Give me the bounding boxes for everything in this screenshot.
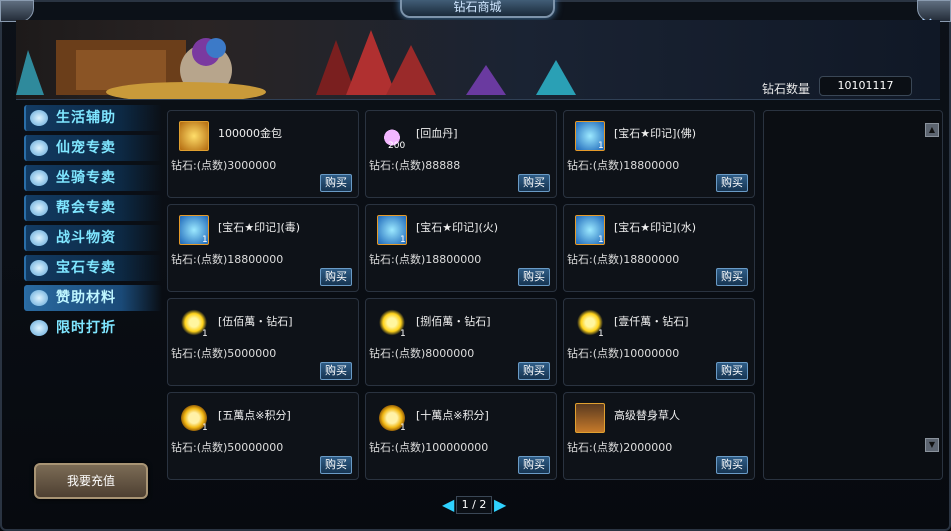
item-price: 钻石:(点数)10000000 bbox=[567, 347, 680, 360]
item-price: 钻石:(点数)8000000 bbox=[369, 347, 475, 360]
item-count: 1 bbox=[400, 423, 406, 433]
item-price: 钻石:(点数)18800000 bbox=[171, 253, 284, 266]
item-price: 钻石:(点数)88888 bbox=[369, 159, 461, 172]
buy-button[interactable]: 购买 bbox=[518, 174, 550, 192]
item-count: 1 bbox=[202, 329, 208, 339]
horn-icon bbox=[30, 320, 48, 336]
guild-icon bbox=[30, 200, 48, 216]
item-card: 高级替身草人 钻石:(点数)2000000 购买 bbox=[563, 392, 755, 480]
buy-button[interactable]: 购买 bbox=[518, 268, 550, 286]
recharge-button[interactable]: 我要充值 bbox=[34, 463, 148, 499]
gold-bag-icon bbox=[179, 121, 209, 151]
item-card: 1 [捌佰萬・钻石] 钻石:(点数)8000000 购买 bbox=[365, 298, 557, 386]
item-card: 1 [五萬点※积分] 钻石:(点数)50000000 购买 bbox=[167, 392, 359, 480]
item-card: 1 [宝石★印记](火) 钻石:(点数)18800000 购买 bbox=[365, 204, 557, 292]
item-count: 1 bbox=[598, 235, 604, 245]
sponsor-icon bbox=[30, 290, 48, 306]
item-price: 钻石:(点数)5000000 bbox=[171, 347, 277, 360]
item-name: [宝石★印记](佛) bbox=[614, 127, 697, 140]
battle-icon bbox=[30, 230, 48, 246]
scroll-down-icon[interactable]: ▼ bbox=[925, 438, 939, 452]
sidebar-item-label: 宝石专卖 bbox=[56, 260, 116, 276]
diamond-count-label: 钻石数量 bbox=[762, 82, 811, 96]
item-name: [伍佰萬・钻石] bbox=[218, 315, 293, 328]
sidebar-item-label: 生活辅助 bbox=[56, 110, 116, 126]
prev-page-icon[interactable]: ◀ bbox=[442, 496, 454, 514]
paw-icon bbox=[30, 140, 48, 156]
buy-button[interactable]: 购买 bbox=[320, 268, 352, 286]
item-name: [捌佰萬・钻石] bbox=[416, 315, 491, 328]
corner-ornament-left bbox=[0, 0, 34, 22]
item-name: [宝石★印记](毒) bbox=[218, 221, 301, 234]
window-title: 钻石商城 bbox=[400, 0, 555, 18]
item-card: 1 [十萬点※积分] 钻石:(点数)100000000 购买 bbox=[365, 392, 557, 480]
sidebar-item-life[interactable]: 生活辅助 bbox=[24, 105, 162, 131]
item-card: 1 [宝石★印记](水) 钻石:(点数)18800000 购买 bbox=[563, 204, 755, 292]
item-price: 钻石:(点数)18800000 bbox=[567, 253, 680, 266]
item-price: 钻石:(点数)3000000 bbox=[171, 159, 277, 172]
item-count: 1 bbox=[598, 141, 604, 151]
item-price: 钻石:(点数)18800000 bbox=[369, 253, 482, 266]
item-name: 100000金包 bbox=[218, 127, 282, 140]
sidebar-item-label: 坐骑专卖 bbox=[56, 170, 116, 186]
item-card: 100000金包 钻石:(点数)3000000 购买 bbox=[167, 110, 359, 198]
buy-button[interactable]: 购买 bbox=[518, 456, 550, 474]
item-count: 1 bbox=[598, 329, 604, 339]
item-count: 1 bbox=[400, 329, 406, 339]
life-icon bbox=[30, 110, 48, 126]
sidebar-item-label: 战斗物资 bbox=[56, 230, 116, 246]
scarecrow-icon bbox=[575, 403, 605, 433]
shop-window: 钻石商城 ✕ 钻石数量 10101117 生活辅助 仙宠专卖 坐骑专卖 帮会专卖… bbox=[0, 0, 951, 531]
buy-button[interactable]: 购买 bbox=[716, 174, 748, 192]
buy-button[interactable]: 购买 bbox=[518, 362, 550, 380]
item-name: 高级替身草人 bbox=[614, 409, 680, 422]
item-count: 1 bbox=[400, 235, 406, 245]
category-sidebar: 生活辅助 仙宠专卖 坐骑专卖 帮会专卖 战斗物资 宝石专卖 赞助材料 限时打折 bbox=[24, 105, 162, 345]
sidebar-item-discount[interactable]: 限时打折 bbox=[24, 315, 162, 341]
sidebar-item-gem[interactable]: 宝石专卖 bbox=[24, 255, 162, 281]
item-name: [五萬点※积分] bbox=[218, 409, 291, 422]
item-card: 1 [宝石★印记](佛) 钻石:(点数)18800000 购买 bbox=[563, 110, 755, 198]
mount-icon bbox=[30, 170, 48, 186]
detail-panel: ▲ ▼ bbox=[763, 110, 943, 480]
sidebar-item-battle[interactable]: 战斗物资 bbox=[24, 225, 162, 251]
page-indicator: 1 / 2 bbox=[456, 496, 492, 514]
sidebar-item-sponsor[interactable]: 赞助材料 bbox=[24, 285, 162, 311]
item-card: 1 [壹仟萬・钻石] 钻石:(点数)10000000 购买 bbox=[563, 298, 755, 386]
gem-icon bbox=[30, 260, 48, 276]
item-count: 1 bbox=[202, 423, 208, 433]
sidebar-item-label: 仙宠专卖 bbox=[56, 140, 116, 156]
sidebar-item-label: 帮会专卖 bbox=[56, 200, 116, 216]
sidebar-item-guild[interactable]: 帮会专卖 bbox=[24, 195, 162, 221]
buy-button[interactable]: 购买 bbox=[320, 174, 352, 192]
next-page-icon[interactable]: ▶ bbox=[494, 496, 506, 514]
buy-button[interactable]: 购买 bbox=[716, 362, 748, 380]
item-price: 钻石:(点数)18800000 bbox=[567, 159, 680, 172]
item-count: 1 bbox=[202, 235, 208, 245]
item-name: [十萬点※积分] bbox=[416, 409, 489, 422]
item-price: 钻石:(点数)100000000 bbox=[369, 441, 489, 454]
item-card: 1 [宝石★印记](毒) 钻石:(点数)18800000 购买 bbox=[167, 204, 359, 292]
item-name: [壹仟萬・钻石] bbox=[614, 315, 689, 328]
buy-button[interactable]: 购买 bbox=[320, 456, 352, 474]
item-card: 1 [伍佰萬・钻石] 钻石:(点数)5000000 购买 bbox=[167, 298, 359, 386]
item-name: [宝石★印记](水) bbox=[614, 221, 697, 234]
diamond-count-value: 10101117 bbox=[819, 76, 912, 96]
item-price: 钻石:(点数)50000000 bbox=[171, 441, 284, 454]
item-name: [宝石★印记](火) bbox=[416, 221, 499, 234]
buy-button[interactable]: 购买 bbox=[716, 268, 748, 286]
sidebar-item-mount[interactable]: 坐骑专卖 bbox=[24, 165, 162, 191]
item-price: 钻石:(点数)2000000 bbox=[567, 441, 673, 454]
buy-button[interactable]: 购买 bbox=[716, 456, 748, 474]
buy-button[interactable]: 购买 bbox=[320, 362, 352, 380]
sidebar-item-label: 赞助材料 bbox=[56, 290, 116, 306]
sidebar-item-label: 限时打折 bbox=[56, 320, 116, 336]
item-name: [回血丹] bbox=[416, 127, 458, 140]
sidebar-item-pet[interactable]: 仙宠专卖 bbox=[24, 135, 162, 161]
item-count: 200 bbox=[388, 141, 406, 151]
item-card: 200 [回血丹] 钻石:(点数)88888 购买 bbox=[365, 110, 557, 198]
scroll-up-icon[interactable]: ▲ bbox=[925, 123, 939, 137]
